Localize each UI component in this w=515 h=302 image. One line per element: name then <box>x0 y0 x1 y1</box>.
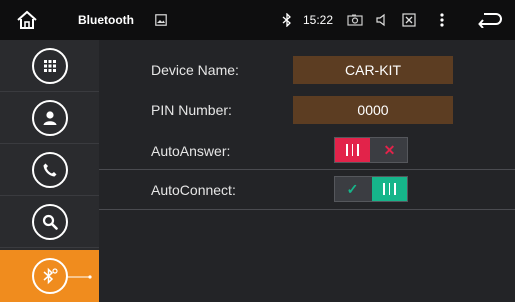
sidebar-item-search[interactable] <box>0 196 99 248</box>
sidebar <box>0 40 99 302</box>
close-box-icon[interactable] <box>398 0 420 40</box>
toggle-knob <box>335 138 370 162</box>
sidebar-item-apps[interactable] <box>0 40 99 92</box>
auto-answer-row: AutoAnswer: ✕ <box>99 132 515 170</box>
contacts-icon <box>31 99 68 136</box>
pin-row: PIN Number: 0000 <box>99 91 515 129</box>
divider <box>99 169 515 170</box>
pin-field[interactable]: 0000 <box>293 96 453 124</box>
check-icon: ✓ <box>346 180 359 197</box>
toggle-knob <box>372 177 407 201</box>
sidebar-item-phone[interactable] <box>0 144 99 196</box>
sidebar-item-bluetooth-settings[interactable] <box>0 250 99 302</box>
auto-connect-toggle[interactable]: ✓ <box>334 176 408 202</box>
sidebar-item-contacts[interactable] <box>0 92 99 144</box>
device-name-row: Device Name: CAR-KIT <box>99 51 515 89</box>
home-icon[interactable] <box>10 0 44 40</box>
status-bar: Bluetooth 15:22 <box>0 0 515 40</box>
auto-connect-label: AutoConnect: <box>151 182 236 198</box>
auto-answer-toggle[interactable]: ✕ <box>334 137 408 163</box>
camera-icon <box>344 0 366 40</box>
search-icon <box>31 203 68 240</box>
more-icon[interactable] <box>434 0 450 40</box>
divider <box>99 209 515 210</box>
back-icon[interactable] <box>475 0 505 40</box>
active-indicator <box>67 275 92 279</box>
device-name-label: Device Name: <box>151 62 239 78</box>
gallery-icon <box>151 0 171 40</box>
auto-answer-label: AutoAnswer: <box>151 143 231 159</box>
status-time: 15:22 <box>303 13 334 27</box>
volume-icon[interactable] <box>371 0 393 40</box>
apps-grid-icon <box>31 47 68 84</box>
device-name-field[interactable]: CAR-KIT <box>293 56 453 84</box>
phone-icon <box>31 151 68 188</box>
bluetooth-settings-icon <box>31 258 68 294</box>
auto-connect-row: AutoConnect: ✓ <box>99 171 515 209</box>
close-icon: ✕ <box>383 141 396 158</box>
app-title: Bluetooth <box>78 13 134 27</box>
bluetooth-icon <box>279 0 295 40</box>
bluetooth-settings-panel: Device Name: CAR-KIT PIN Number: 0000 Au… <box>99 40 515 302</box>
pin-label: PIN Number: <box>151 102 232 118</box>
